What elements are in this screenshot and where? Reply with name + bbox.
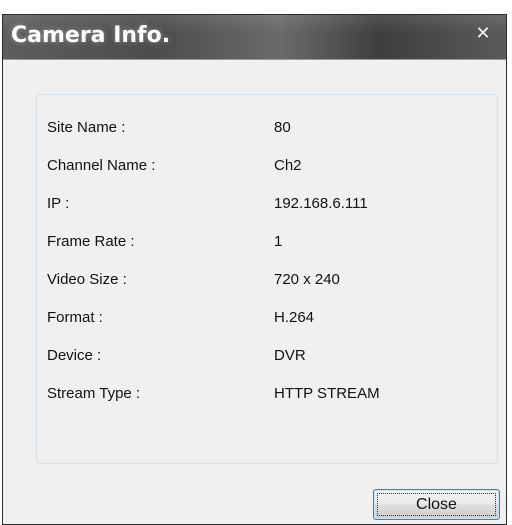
info-label: Channel Name : — [47, 157, 156, 174]
info-value: 192.168.6.111 — [274, 195, 368, 212]
info-value: DVR — [274, 347, 306, 364]
info-value: 80 — [274, 119, 291, 136]
info-value: Ch2 — [274, 157, 302, 174]
close-button-label: Close — [416, 496, 457, 513]
info-panel: Site Name : 80 Channel Name : Ch2 IP : 1… — [36, 94, 498, 464]
title-bar[interactable]: Camera Info. ✕ — [3, 15, 506, 60]
close-button[interactable]: Close — [373, 489, 500, 520]
info-label: IP : — [47, 195, 70, 212]
dialog-title: Camera Info. — [11, 23, 171, 48]
info-label: Frame Rate : — [47, 233, 135, 250]
info-value: 720 x 240 — [274, 271, 340, 288]
dialog-body: Site Name : 80 Channel Name : Ch2 IP : 1… — [3, 60, 506, 524]
info-label: Device : — [47, 347, 102, 364]
info-value: 1 — [274, 233, 283, 250]
close-icon[interactable]: ✕ — [472, 23, 494, 45]
info-value: HTTP STREAM — [274, 385, 380, 402]
info-label: Stream Type : — [47, 385, 141, 402]
info-label: Site Name : — [47, 119, 126, 136]
camera-info-dialog: Camera Info. ✕ Site Name : 80 Channel Na… — [2, 14, 507, 525]
info-value: H.264 — [274, 309, 315, 326]
info-label: Format : — [47, 309, 103, 326]
info-label: Video Size : — [47, 271, 127, 288]
